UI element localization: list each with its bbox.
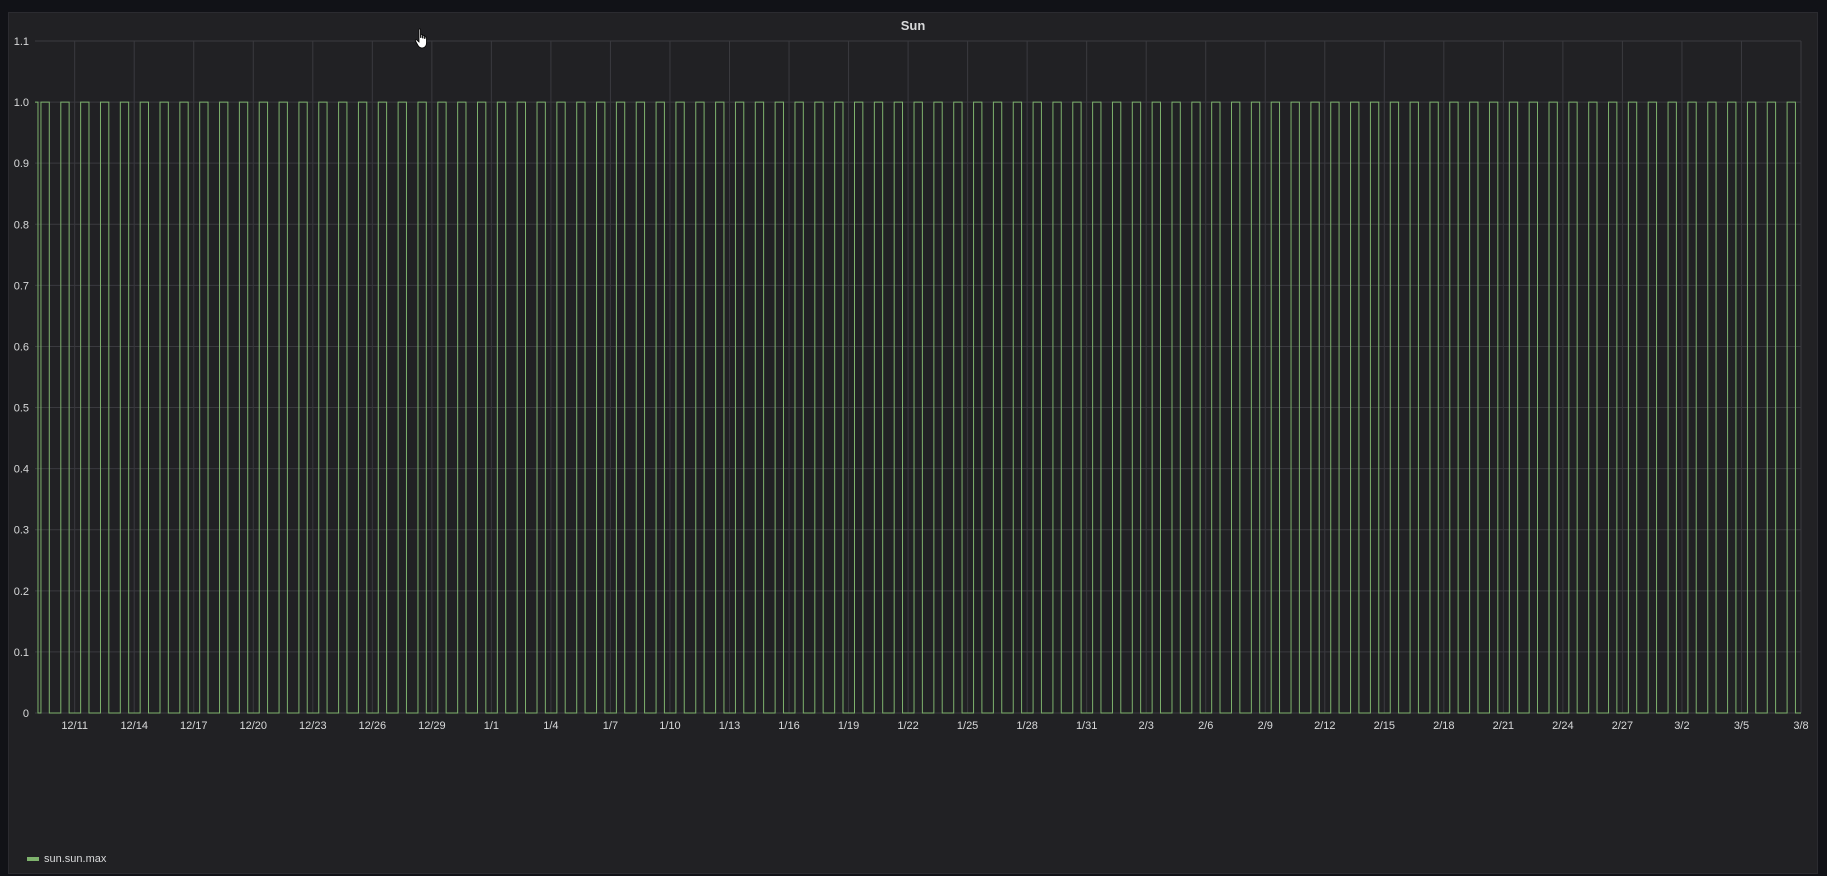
y-tick-label: 0 (23, 708, 29, 720)
x-tick-label: 1/19 (838, 720, 859, 732)
y-tick-label: 0.2 (14, 586, 29, 598)
grid-lines (35, 40, 1802, 714)
x-tick-label: 3/8 (1793, 720, 1808, 732)
y-tick-label: 0.5 (14, 403, 29, 415)
x-tick-label: 1/31 (1076, 720, 1097, 732)
y-tick-label: 0.3 (14, 525, 29, 537)
x-tick-label: 1/1 (484, 720, 499, 732)
x-axis: 12/11 12/14 12/17 12/20 12/23 12/26 12/29 1/1 1/… (61, 720, 1808, 732)
y-tick-label: 0.6 (14, 341, 29, 353)
x-tick-label: 2/15 (1374, 720, 1395, 732)
x-tick-label: 3/2 (1674, 720, 1689, 732)
y-tick-label: 0.4 (14, 464, 29, 476)
x-tick-label: 2/12 (1314, 720, 1335, 732)
x-tick-label: 3/5 (1734, 720, 1749, 732)
x-tick-label: 1/22 (897, 720, 918, 732)
y-tick-label: 0.8 (14, 219, 29, 231)
x-tick-label: 2/24 (1552, 720, 1573, 732)
x-tick-label: 1/7 (603, 720, 618, 732)
x-tick-label: 1/16 (778, 720, 799, 732)
hand-pointer-icon (414, 28, 427, 49)
x-tick-label: 12/11 (61, 720, 88, 732)
x-tick-label: 12/29 (418, 720, 446, 732)
y-axis: 0 0.1 0.2 0.3 0.4 0.5 0.6 0.7 0.8 0.9 1.0 1.1 (14, 36, 29, 720)
legend-label: sun.sun.max (44, 853, 107, 865)
x-tick-label: 1/28 (1016, 720, 1037, 732)
x-tick-label: 1/25 (957, 720, 978, 732)
x-tick-label: 12/17 (180, 720, 208, 732)
x-tick-label: 2/6 (1198, 720, 1213, 732)
graph-panel: Sun 0 0.1 0.2 0.3 0.4 0.5 0.6 0.7 0.8 0.9 1.0 1.1 1… (8, 12, 1818, 874)
x-tick-label: 12/23 (299, 720, 327, 732)
x-tick-label: 12/20 (240, 720, 268, 732)
y-tick-label: 0.9 (14, 158, 29, 170)
x-tick-label: 1/4 (543, 720, 558, 732)
y-tick-label: 0.1 (14, 647, 29, 659)
x-tick-label: 2/9 (1258, 720, 1273, 732)
y-tick-label: 1.0 (14, 97, 29, 109)
x-tick-label: 1/13 (719, 720, 740, 732)
x-tick-label: 2/3 (1139, 720, 1154, 732)
legend-color-swatch (27, 857, 39, 861)
y-tick-label: 0.7 (14, 280, 29, 292)
x-tick-label: 12/26 (359, 720, 387, 732)
x-tick-label: 2/21 (1493, 720, 1514, 732)
x-tick-label: 12/14 (120, 720, 148, 732)
x-tick-label: 1/10 (659, 720, 680, 732)
y-tick-label: 1.1 (14, 36, 29, 48)
plot-area: 0 0.1 0.2 0.3 0.4 0.5 0.6 0.7 0.8 0.9 1.0 1.1 12/11… (14, 36, 1809, 732)
x-tick-label: 2/18 (1433, 720, 1454, 732)
x-tick-label: 2/27 (1612, 720, 1633, 732)
legend-item[interactable]: sun.sun.max (27, 853, 106, 865)
